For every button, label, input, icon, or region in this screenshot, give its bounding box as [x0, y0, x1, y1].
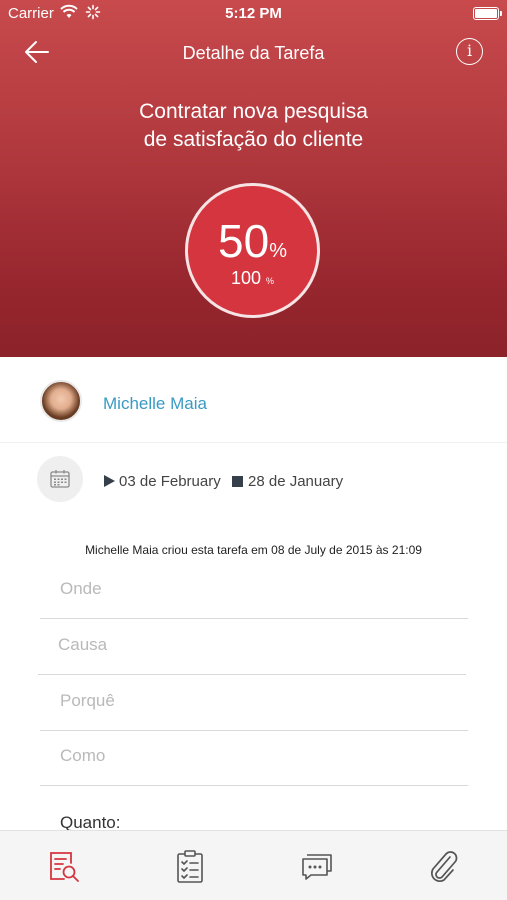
onde-placeholder: Onde — [60, 579, 102, 598]
stop-icon — [232, 476, 243, 487]
task-header: Carrier 5:12 PM Detalhe da Tarefa i Cont… — [0, 0, 507, 357]
avatar — [40, 380, 82, 422]
status-time: 5:12 PM — [225, 5, 282, 22]
start-date-label: 03 de February — [119, 473, 221, 490]
como-field[interactable]: Como — [40, 730, 468, 786]
info-icon[interactable]: i — [456, 38, 483, 65]
causa-placeholder: Causa — [58, 635, 108, 654]
progress-value: 50% — [188, 216, 317, 276]
causa-field[interactable]: Causa — [38, 619, 466, 675]
onde-field[interactable]: Onde — [40, 563, 468, 619]
como-placeholder: Como — [60, 746, 106, 765]
dates-row: 03 de February 28 de January — [0, 443, 507, 523]
porque-placeholder: Porquê — [60, 691, 115, 710]
comments-icon[interactable] — [297, 847, 337, 887]
assignee-row[interactable]: Michelle Maia — [0, 357, 507, 443]
task-title-line-2: de satisfação do cliente — [143, 128, 364, 151]
progress-percent-sign: % — [269, 240, 287, 262]
checklist-icon[interactable] — [170, 847, 210, 887]
calendar-icon — [50, 470, 70, 488]
status-bar: Carrier 5:12 PM — [0, 0, 507, 28]
end-date-label: 28 de January — [248, 473, 344, 490]
porque-field[interactable]: Porquê — [40, 675, 468, 731]
search-document-icon[interactable] — [44, 847, 84, 887]
progress-target: 100 % — [188, 268, 317, 289]
tab-bar — [0, 830, 507, 900]
end-date[interactable]: 28 de January — [232, 473, 343, 490]
created-note: Michelle Maia criou esta tarefa em 08 de… — [85, 543, 422, 557]
play-icon — [104, 475, 115, 487]
nav-title: Detalhe da Tarefa — [182, 43, 325, 63]
progress-target-percent-sign: % — [266, 276, 275, 286]
progress-target-number: 100 — [230, 268, 261, 288]
progress-circle: 50% 100 % — [185, 183, 320, 318]
calendar-button[interactable] — [37, 456, 83, 502]
task-title-line-1: Contratar nova pesquisa — [139, 100, 368, 123]
progress-number: 50 — [218, 215, 270, 267]
battery-icon — [473, 7, 502, 20]
paperclip-icon[interactable] — [423, 847, 463, 887]
assignee-name[interactable]: Michelle Maia — [103, 394, 207, 414]
start-date[interactable]: 03 de February — [104, 473, 221, 490]
task-title: Contratar nova pesquisa de satisfação do… — [0, 98, 507, 154]
